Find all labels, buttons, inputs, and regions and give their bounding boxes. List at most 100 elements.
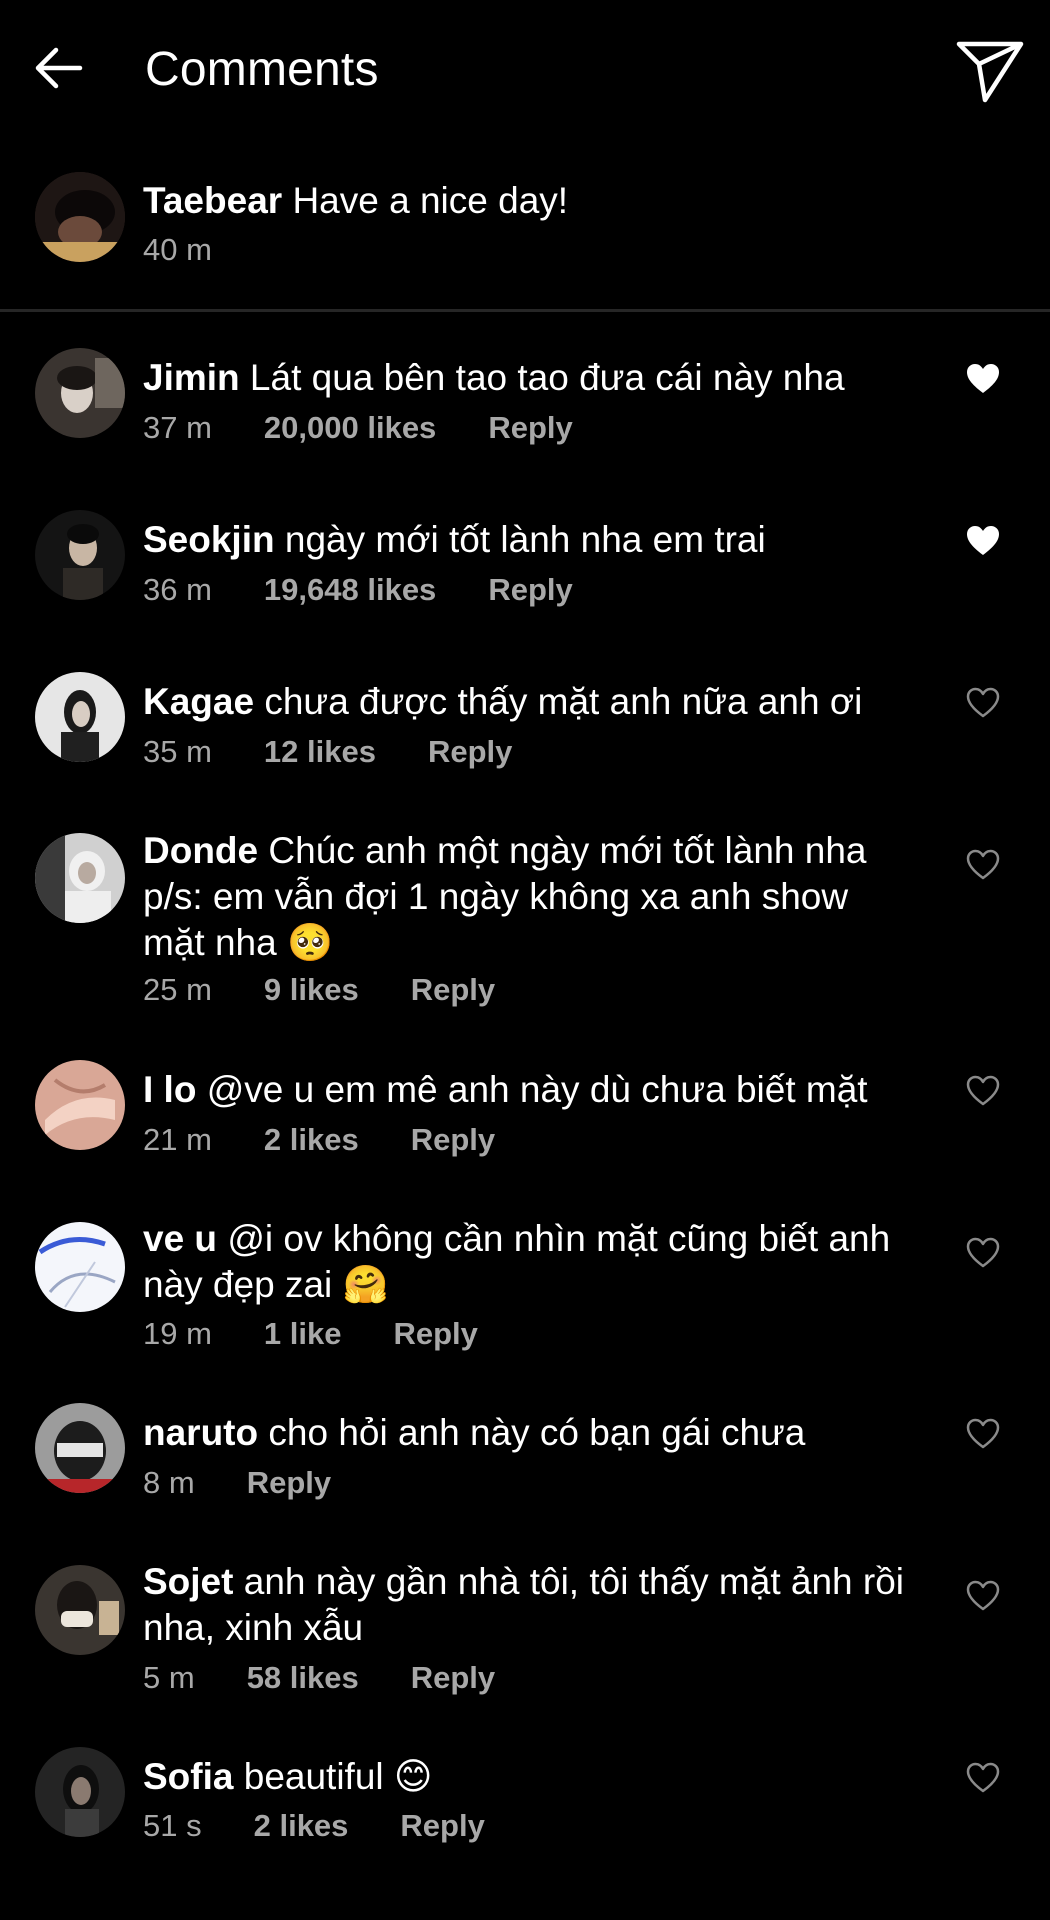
like-button[interactable] (965, 362, 1001, 396)
comment-body: cho hỏi anh này có bạn gái chưa (268, 1412, 806, 1453)
comment-username[interactable]: Sofia (143, 1756, 233, 1797)
reply-button[interactable]: Reply (247, 1465, 331, 1501)
comment-avatar[interactable] (35, 1565, 125, 1655)
reply-button[interactable]: Reply (488, 572, 572, 608)
share-button[interactable] (955, 38, 1025, 104)
like-button[interactable] (965, 1236, 1001, 1270)
likes-count[interactable]: 19,648 likes (264, 572, 436, 608)
reply-button[interactable]: Reply (488, 410, 572, 446)
heart-outline-icon (966, 849, 1000, 880)
comment-time: 5 m (143, 1660, 195, 1695)
heart-filled-icon (967, 364, 999, 393)
comment-body: ngày mới tốt lành nha em trai (284, 519, 766, 560)
comment-avatar[interactable] (35, 348, 125, 438)
comment-text: I lo @ve u em mê anh này dù chưa biết mặ… (143, 1067, 918, 1113)
comment-avatar[interactable] (35, 1060, 125, 1150)
comment-text: ve u @i ov không cần nhìn mặt cũng biết … (143, 1216, 918, 1308)
comment-text: Sojet anh này gần nhà tôi, tôi thấy mặt … (143, 1559, 918, 1651)
comment-avatar[interactable] (35, 1747, 125, 1837)
comment-username[interactable]: Donde (143, 830, 258, 871)
heart-outline-icon (966, 1762, 1000, 1793)
likes-count[interactable]: 9 likes (264, 972, 359, 1008)
likes-count[interactable]: 2 likes (264, 1122, 359, 1158)
like-button[interactable] (965, 848, 1001, 882)
comment-time: 19 m (143, 1316, 212, 1351)
comment-username[interactable]: I lo (143, 1069, 196, 1110)
comment-username[interactable]: Seokjin (143, 519, 275, 560)
arrow-left-icon (35, 47, 83, 89)
comment-username[interactable]: Kagae (143, 681, 254, 722)
comment-meta: 19 m 1 like Reply (143, 1316, 478, 1352)
comment-time: 8 m (143, 1465, 195, 1500)
comment-body: Lát qua bên tao tao đưa cái này nha (249, 357, 845, 398)
caption-body: Have a nice day! (292, 180, 569, 221)
comment-username[interactable]: ve u (143, 1218, 217, 1259)
comment-body: chưa được thấy mặt anh nữa anh ơi (264, 681, 863, 722)
comment-meta: 5 m 58 likes Reply (143, 1660, 495, 1696)
comment-avatar[interactable] (35, 833, 125, 923)
comment-avatar[interactable] (35, 1403, 125, 1493)
comment-username[interactable]: naruto (143, 1412, 258, 1453)
likes-count[interactable]: 58 likes (247, 1660, 359, 1696)
like-button[interactable] (965, 1761, 1001, 1795)
heart-outline-icon (966, 687, 1000, 718)
comment-avatar[interactable] (35, 510, 125, 600)
comment-meta: 8 m Reply (143, 1465, 331, 1501)
comment-body: anh này gần nhà tôi, tôi thấy mặt ảnh rồ… (143, 1561, 905, 1648)
heart-outline-icon (966, 1418, 1000, 1449)
comment-text: Sofia beautiful 😊 (143, 1754, 918, 1800)
reply-button[interactable]: Reply (393, 1316, 477, 1352)
heart-outline-icon (966, 1075, 1000, 1106)
likes-count[interactable]: 12 likes (264, 734, 376, 770)
reply-button[interactable]: Reply (411, 1122, 495, 1158)
comment-time: 25 m (143, 972, 212, 1007)
divider (0, 309, 1050, 312)
header-bar: Comments (0, 0, 1050, 140)
comment-body: @ve u em mê anh này dù chưa biết mặt (206, 1069, 868, 1110)
like-button[interactable] (965, 1074, 1001, 1108)
caption-avatar[interactable] (35, 172, 125, 262)
comment-meta: 25 m 9 likes Reply (143, 972, 495, 1008)
like-button[interactable] (965, 1417, 1001, 1451)
paper-plane-icon (956, 41, 1024, 103)
comment-text: Kagae chưa được thấy mặt anh nữa anh ơi (143, 679, 918, 725)
comment-meta: 37 m 20,000 likes Reply (143, 410, 573, 446)
comment-text: Jimin Lát qua bên tao tao đưa cái này nh… (143, 355, 918, 401)
comment-time: 51 s (143, 1808, 202, 1843)
comment-text: Seokjin ngày mới tốt lành nha em trai (143, 517, 918, 563)
comment-avatar[interactable] (35, 1222, 125, 1312)
comment-meta: 21 m 2 likes Reply (143, 1122, 495, 1158)
comment-body: @i ov không cần nhìn mặt cũng biết anh n… (143, 1218, 891, 1305)
likes-count[interactable]: 1 like (264, 1316, 342, 1352)
reply-button[interactable]: Reply (411, 972, 495, 1008)
reply-button[interactable]: Reply (411, 1660, 495, 1696)
page-title: Comments (145, 43, 379, 96)
comment-time: 21 m (143, 1122, 212, 1157)
caption-time: 40 m (143, 232, 212, 267)
comment-body: beautiful 😊 (243, 1756, 433, 1797)
like-button[interactable] (965, 1579, 1001, 1613)
comment-text: naruto cho hỏi anh này có bạn gái chưa (143, 1410, 918, 1456)
comment-avatar[interactable] (35, 672, 125, 762)
like-button[interactable] (965, 686, 1001, 720)
comment-meta: 51 s 2 likes Reply (143, 1808, 485, 1844)
likes-count[interactable]: 20,000 likes (264, 410, 436, 446)
heart-filled-icon (967, 526, 999, 555)
like-button[interactable] (965, 524, 1001, 558)
comment-meta: 36 m 19,648 likes Reply (143, 572, 573, 608)
caption-username[interactable]: Taebear (143, 180, 282, 221)
comment-time: 37 m (143, 410, 212, 445)
comment-username[interactable]: Sojet (143, 1561, 233, 1602)
comment-time: 35 m (143, 734, 212, 769)
caption-meta: 40 m (143, 232, 264, 268)
comment-username[interactable]: Jimin (143, 357, 240, 398)
reply-button[interactable]: Reply (428, 734, 512, 770)
comment-text: Donde Chúc anh một ngày mới tốt lành nha… (143, 828, 918, 966)
heart-outline-icon (966, 1237, 1000, 1268)
back-button[interactable] (30, 40, 86, 96)
comment-time: 36 m (143, 572, 212, 607)
heart-outline-icon (966, 1580, 1000, 1611)
comment-meta: 35 m 12 likes Reply (143, 734, 512, 770)
likes-count[interactable]: 2 likes (254, 1808, 349, 1844)
reply-button[interactable]: Reply (400, 1808, 484, 1844)
